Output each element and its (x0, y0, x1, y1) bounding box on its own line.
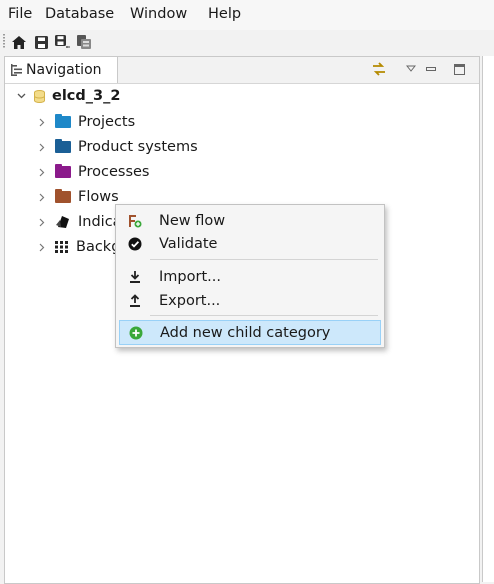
export-icon (127, 293, 143, 309)
tree-item-label: Processes (78, 164, 150, 180)
menu-help[interactable]: Help (208, 6, 241, 22)
menu-separator (150, 315, 378, 316)
new-flow-icon (127, 213, 143, 229)
tree-item-label: Flows (78, 189, 119, 205)
view-menu-icon[interactable] (403, 61, 419, 77)
add-category-icon (128, 325, 144, 341)
tree-root-label: elcd_3_2 (52, 88, 121, 104)
processes-folder-icon (55, 164, 71, 178)
flows-folder-icon (55, 189, 71, 203)
tree-item-projects[interactable]: Projects (35, 111, 135, 133)
home-icon[interactable] (10, 33, 28, 51)
product-systems-folder-icon (55, 139, 71, 153)
maximize-icon[interactable] (451, 61, 467, 77)
editor-area-edge (482, 56, 494, 582)
context-menu: New flow Validate Import... Export... Ad… (115, 204, 385, 348)
chevron-right-icon[interactable] (35, 115, 49, 129)
chevron-down-icon[interactable] (14, 89, 28, 103)
chevron-right-icon[interactable] (35, 215, 49, 229)
menu-item-import[interactable]: Import... (119, 265, 381, 288)
indicators-icon (55, 215, 71, 229)
menu-bar: File Database Window Help (0, 0, 494, 30)
menu-item-add-child-category[interactable]: Add new child category (119, 320, 381, 345)
toolbar-grip[interactable] (3, 34, 5, 49)
navigation-tabstrip: Navigation (5, 57, 479, 84)
menu-item-export[interactable]: Export... (119, 289, 381, 312)
chevron-right-icon[interactable] (35, 240, 49, 254)
tree-item-background[interactable]: Backg (35, 236, 120, 258)
projects-folder-icon (55, 114, 71, 128)
menu-item-label: Export... (159, 292, 221, 309)
menu-item-label: Validate (159, 235, 218, 252)
tree-item-label: Backg (76, 239, 121, 255)
database-icon (34, 89, 45, 103)
menu-item-label: Import... (159, 268, 221, 285)
menu-item-label: New flow (159, 212, 226, 229)
database-icon[interactable] (75, 33, 93, 51)
navigation-tree-icon (11, 64, 22, 76)
menu-database[interactable]: Database (45, 6, 114, 22)
tab-navigation[interactable]: Navigation (5, 57, 118, 83)
grid-dots-icon (55, 241, 69, 253)
menu-separator (150, 259, 378, 260)
menu-item-label: Add new child category (160, 324, 331, 341)
toolbar (0, 30, 494, 54)
link-with-editor-icon[interactable] (371, 61, 387, 77)
menu-file[interactable]: File (8, 6, 32, 22)
menu-item-new-flow[interactable]: New flow (119, 209, 381, 232)
save-icon[interactable] (32, 33, 50, 51)
tree-item-indicators[interactable]: Indica (35, 211, 122, 233)
tree-item-label: Projects (78, 114, 136, 130)
tree-item-processes[interactable]: Processes (35, 161, 149, 183)
tree-item-product-systems[interactable]: Product systems (35, 136, 198, 158)
menu-item-validate[interactable]: Validate (119, 232, 381, 255)
tree-root-elcd[interactable]: elcd_3_2 (14, 85, 120, 107)
import-icon (127, 269, 143, 285)
chevron-right-icon[interactable] (35, 165, 49, 179)
check-circle-icon (127, 236, 143, 252)
chevron-right-icon[interactable] (35, 190, 49, 204)
tab-navigation-label: Navigation (26, 62, 102, 78)
minimize-icon[interactable] (423, 61, 439, 77)
save-all-icon[interactable] (53, 33, 71, 51)
chevron-right-icon[interactable] (35, 140, 49, 154)
tree-item-label: Product systems (78, 139, 198, 155)
tree-item-flows[interactable]: Flows (35, 186, 119, 208)
menu-window[interactable]: Window (130, 6, 187, 22)
